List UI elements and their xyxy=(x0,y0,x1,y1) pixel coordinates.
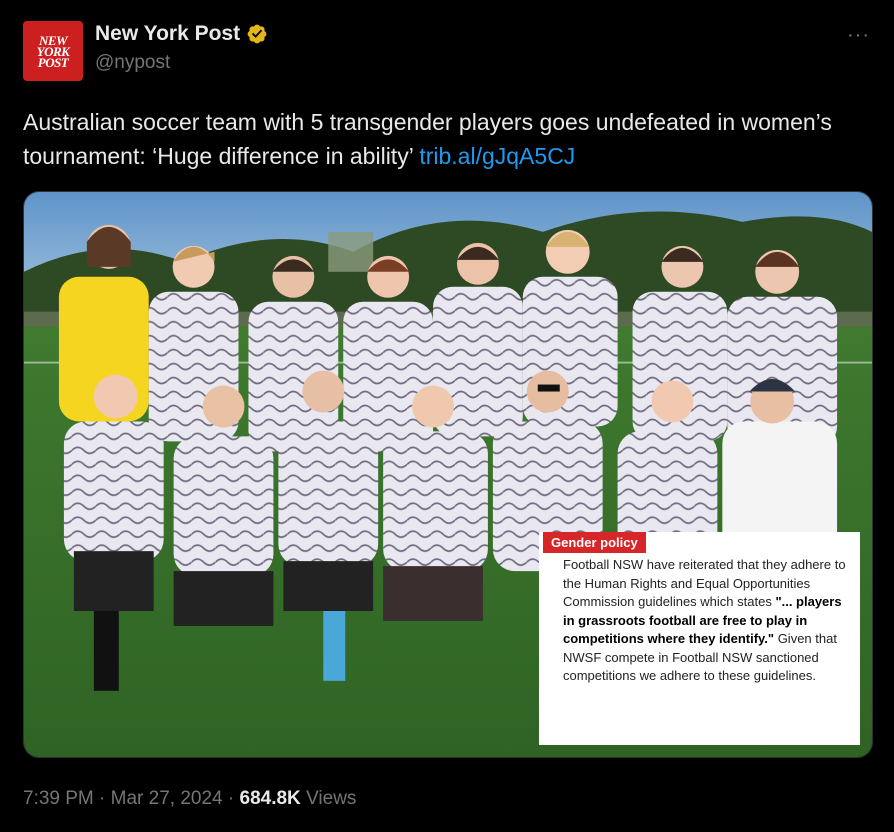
tweet-media[interactable]: Gender policy Football NSW have reiterat… xyxy=(23,191,873,758)
tweet-text: Australian soccer team with 5 transgende… xyxy=(23,105,853,173)
tweet-meta: 7:39 PM · Mar 27, 2024 · 684.8K Views xyxy=(23,788,356,810)
author-info: New York Post @nypost xyxy=(95,22,268,74)
tweet-date[interactable]: Mar 27, 2024 xyxy=(111,788,223,809)
views-label: Views xyxy=(300,788,357,809)
gender-policy-tag: Gender policy xyxy=(543,532,646,553)
gender-policy-text: Football NSW have reiterated that they a… xyxy=(563,556,848,686)
views-count: 684.8K xyxy=(239,788,301,809)
more-options-icon[interactable]: ··· xyxy=(847,24,870,47)
display-name-row[interactable]: New York Post xyxy=(95,22,268,46)
tweet-time[interactable]: 7:39 PM xyxy=(23,788,94,809)
avatar-line-3: POST xyxy=(37,54,69,70)
avatar[interactable]: NEW YORK POST xyxy=(23,21,83,81)
tweet-link[interactable]: trib.al/gJqA5CJ xyxy=(419,143,575,169)
display-name[interactable]: New York Post xyxy=(95,22,240,46)
verified-badge-icon xyxy=(247,24,267,44)
meta-separator: · xyxy=(222,788,240,809)
gender-policy-callout: Gender policy Football NSW have reiterat… xyxy=(539,532,860,745)
handle[interactable]: @nypost xyxy=(95,52,268,74)
meta-separator: · xyxy=(93,788,111,809)
